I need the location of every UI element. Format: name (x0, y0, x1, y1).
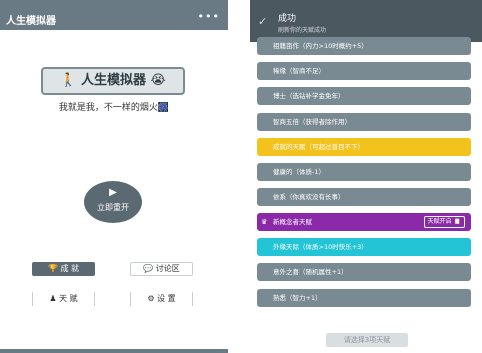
talent-item[interactable]: 意外之喜（随机属性+1） (257, 263, 471, 281)
checkmark-icon: ✓ (258, 15, 268, 28)
app-logo: 🚶 人生模拟器 😭 (41, 67, 185, 95)
talent-item[interactable]: 博士（选钻补学金免年） (257, 87, 471, 105)
talent-label: 新概念者天赋 (273, 218, 312, 226)
talent-item[interactable]: 熟悉（智力+1） (257, 289, 471, 307)
title-bar: 人生模拟器 ••• (0, 8, 228, 30)
talent-item[interactable]: 依系（你真欢没有长事） (257, 188, 471, 206)
talent-item[interactable]: 外缘天际（体质>10时快乐+3） (257, 238, 471, 256)
play-icon: ▶ (109, 187, 117, 198)
talent-item[interactable]: 智商五倍（获得者除作用） (257, 113, 471, 131)
forum-button[interactable]: 💬 讨论区 (130, 262, 193, 276)
restart-label: 立即重开 (97, 203, 129, 212)
talent-item[interactable]: 健康的（体质-1） (257, 163, 471, 181)
bottom-bar (0, 349, 228, 353)
talent-label: 成就的天赋（可超过普目不下） (273, 143, 364, 151)
app-title: 人生模拟器 (6, 16, 56, 27)
tagline: 我就是我，不一样的烟火🎆 (58, 103, 170, 113)
home-screen: 人生模拟器 ••• 🚶 人生模拟器 😭 我就是我，不一样的烟火🎆 ▶ 立即重开 … (0, 0, 228, 353)
toast-title: 成功 (278, 14, 297, 24)
bottom-bar (250, 349, 482, 353)
settings-button[interactable]: ⚙ 设 置 (130, 292, 193, 306)
talent-label: 健康的（体质-1） (273, 168, 325, 176)
talent-label: 意外之喜（随机属性+1） (273, 268, 348, 276)
talent-item[interactable]: 成就的天赋（可超过普目不下） (257, 138, 471, 156)
talent-label: 博士（选钻补学金免年） (273, 92, 345, 100)
talent-item[interactable]: 祖籍亩作（内力>10时概约+5） (257, 37, 471, 55)
restart-button[interactable]: ▶ 立即重开 (84, 181, 142, 223)
talents-button[interactable]: ♟ 天 赋 (32, 292, 95, 306)
status-bar (0, 0, 228, 8)
talent-label: 稀缘（智商不足） (273, 67, 325, 75)
talent-label: 熟悉（智力+1） (273, 294, 322, 302)
crown-icon: ♛ (261, 218, 268, 226)
talent-label: 智商五倍（获得者除作用） (273, 118, 351, 126)
talent-label: 祖籍亩作（内力>10时概约+5） (273, 42, 368, 50)
talent-label: 外缘天际（体质>10时快乐+3） (273, 243, 368, 251)
talent-item[interactable]: 稀缘（智商不足） (257, 62, 471, 80)
talent-label: 依系（你真欢没有长事） (273, 193, 345, 201)
confirm-talents-button[interactable]: 请选择3项天赋 (326, 333, 408, 347)
achievements-button[interactable]: 🏆 成 就 (32, 262, 95, 276)
success-toast: ✓ 成功 刷新你的天赋成功 (250, 0, 482, 42)
talent-tag: 天赋开启 📋 (423, 216, 465, 228)
talent-item-selected[interactable]: ♛ 新概念者天赋 天赋开启 📋 (257, 213, 471, 231)
toast-message: 刷新你的天赋成功 (278, 27, 327, 34)
screen-divider (228, 0, 250, 353)
more-menu-icon[interactable]: ••• (198, 10, 220, 23)
